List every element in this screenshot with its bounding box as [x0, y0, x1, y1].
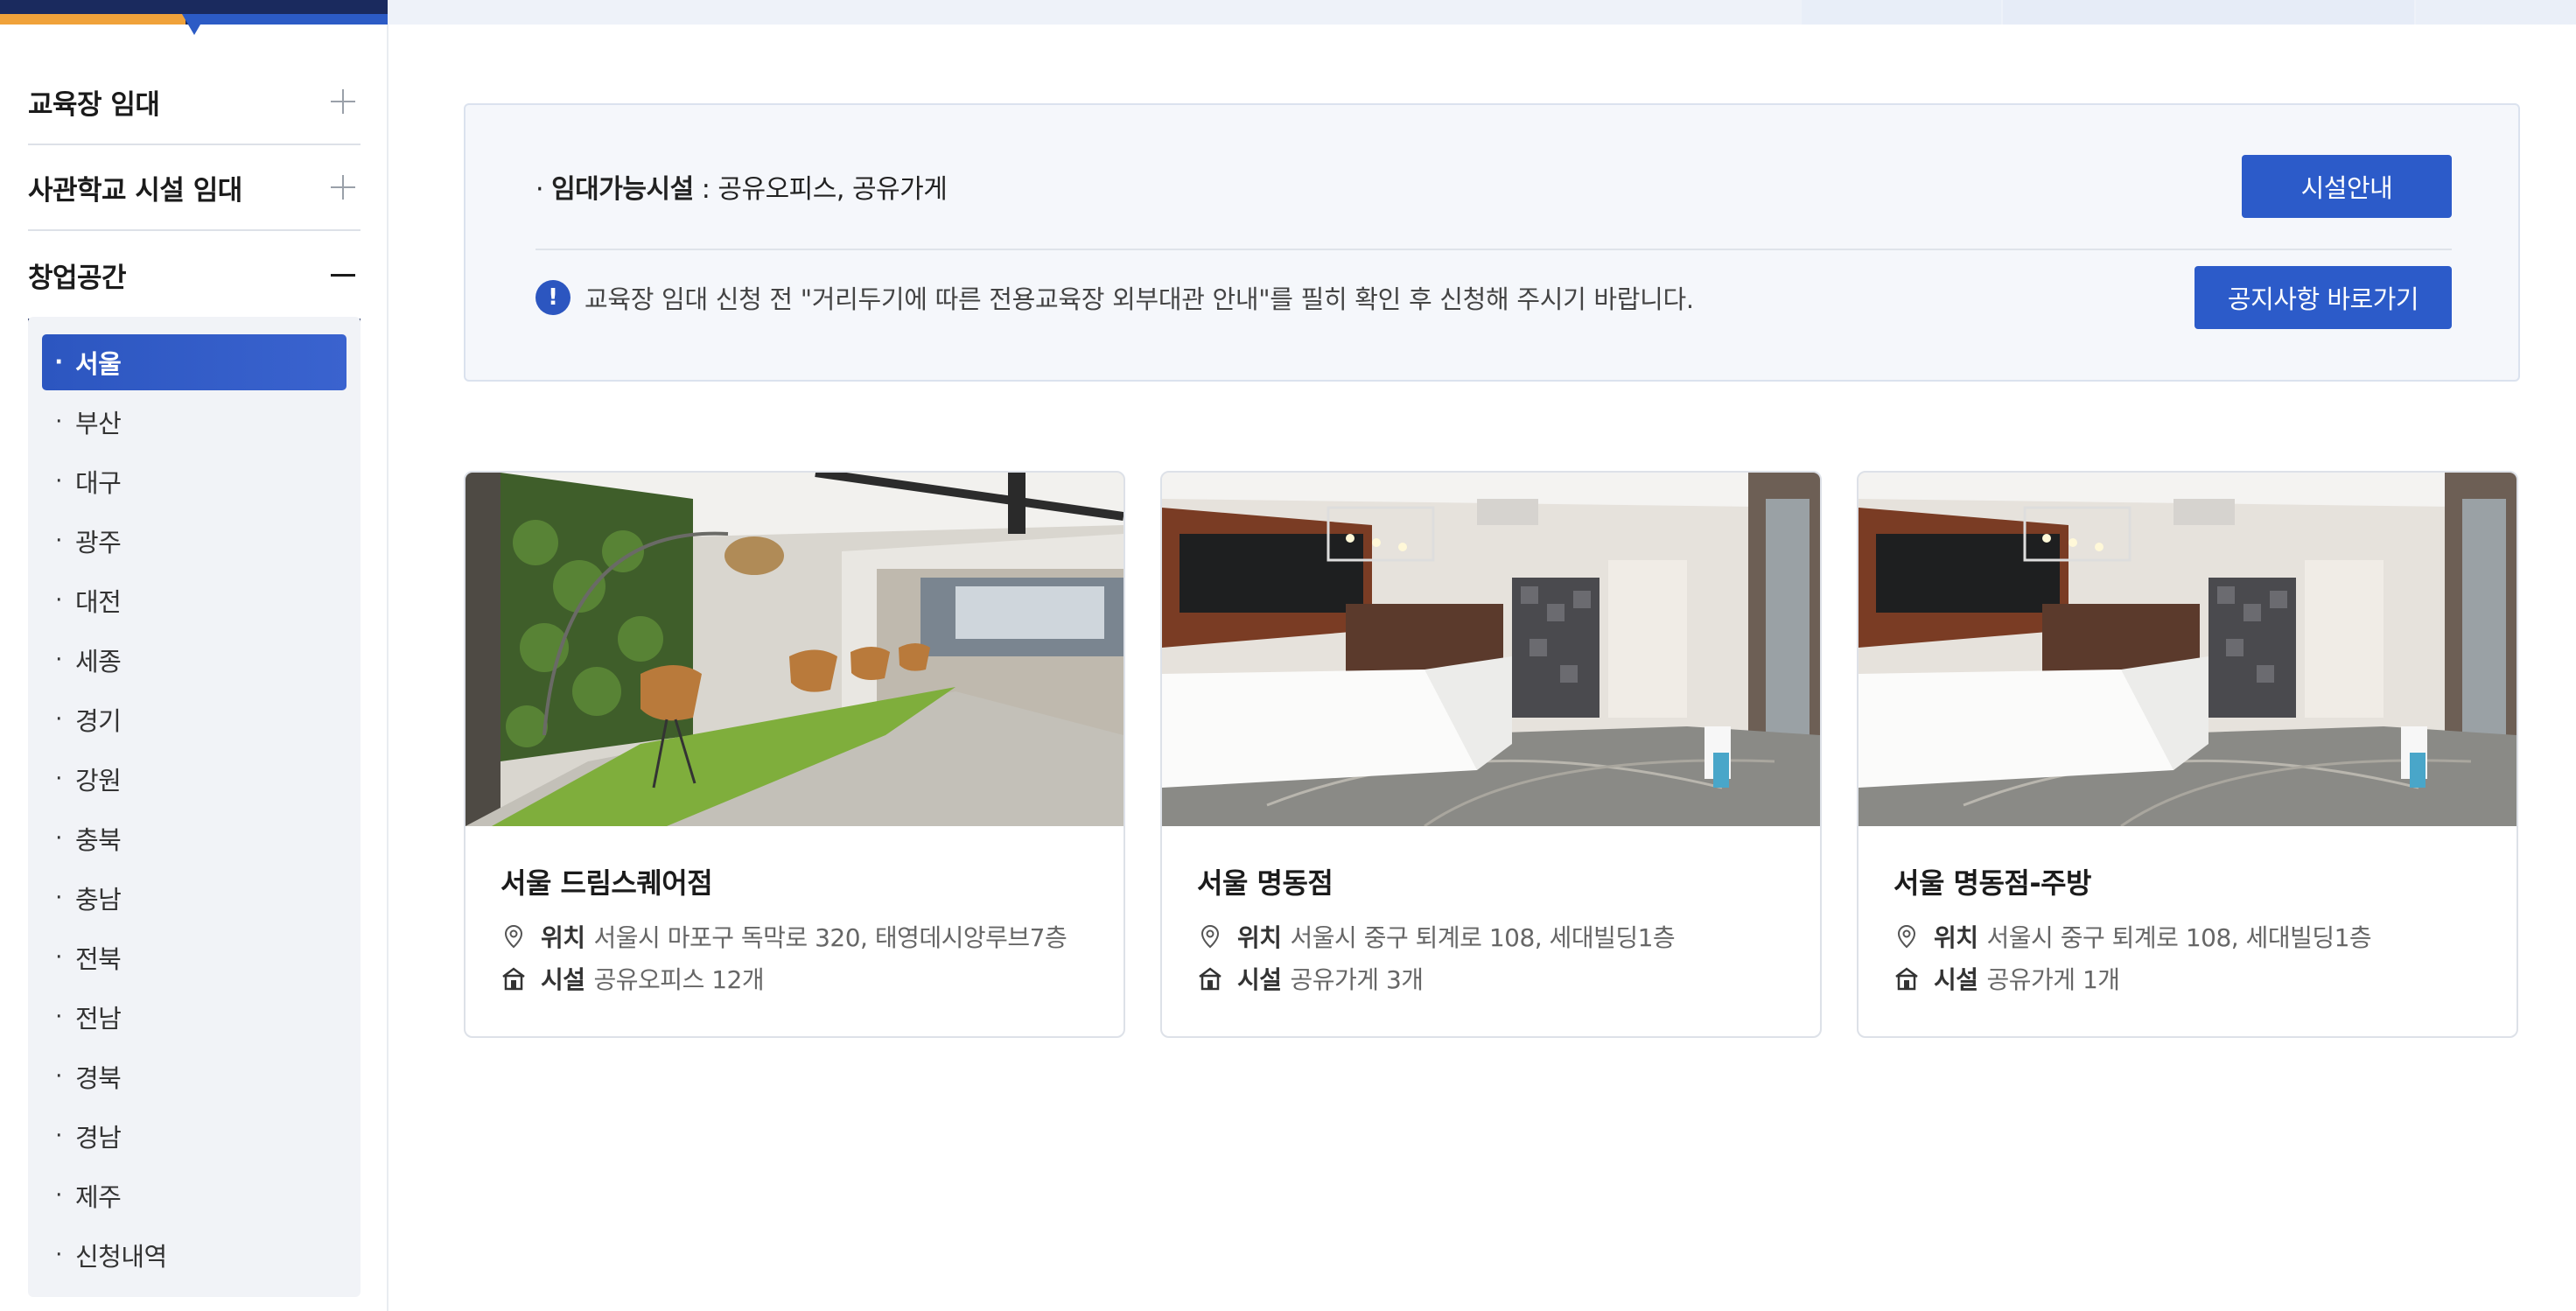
region-item-application-history[interactable]: · 신청내역	[42, 1227, 346, 1283]
facility-notice-box: · 임대가능시설 : 공유오피스, 공유가게 시설안내 ! 교육장 임대 신청 …	[464, 103, 2520, 382]
sidebar-menu-label: 창업공간	[28, 262, 127, 294]
region-item-jeonnam[interactable]: · 전남	[42, 989, 346, 1045]
location-pin-icon	[1897, 924, 1916, 949]
facility-photo-shop	[1162, 473, 1820, 826]
building-icon	[1895, 967, 1918, 991]
region-item-jeju[interactable]: · 제주	[42, 1167, 346, 1223]
notice-divider	[536, 249, 2452, 250]
warning-text: 교육장 임대 신청 전 "거리두기에 따른 전용교육장 외부대관 안내"를 필히…	[584, 284, 1694, 314]
sidebar-menu-classroom-rental[interactable]: 교육장 임대	[28, 60, 360, 145]
plus-icon	[331, 89, 355, 114]
building-icon	[502, 967, 525, 991]
facility-photo-lounge	[466, 473, 1124, 826]
region-item-gwangju[interactable]: · 광주	[42, 513, 346, 569]
exclamation-icon: !	[536, 280, 570, 315]
facility-photo-shop-kitchen	[1858, 473, 2516, 826]
card-facility: 시설 공유오피스 12개	[500, 961, 765, 996]
region-item-daejeon[interactable]: · 대전	[42, 572, 346, 628]
region-item-sejong[interactable]: · 세종	[42, 632, 346, 688]
facility-card[interactable]: 서울 명동점-주방 위치 서울시 중구 퇴계로 108, 세대빌딩1층 시설 공…	[1857, 471, 2518, 1038]
location-pin-icon	[1200, 924, 1220, 949]
region-item-busan[interactable]: · 부산	[42, 394, 346, 450]
card-location: 위치 서울시 중구 퇴계로 108, 세대빌딩1층	[1894, 919, 2372, 954]
location-pin-icon	[504, 924, 523, 949]
region-item-jeonbuk[interactable]: · 전북	[42, 929, 346, 985]
card-title: 서울 드림스퀘어점	[500, 866, 713, 900]
facility-card[interactable]: 서울 명동점 위치 서울시 중구 퇴계로 108, 세대빌딩1층 시설 공유가게…	[1160, 471, 1822, 1038]
region-item-gyeonggi[interactable]: · 경기	[42, 691, 346, 747]
sidebar-header-bar	[0, 0, 388, 35]
region-item-chungbuk[interactable]: · 충북	[42, 810, 346, 866]
go-to-notice-button[interactable]: 공지사항 바로가기	[2194, 266, 2452, 329]
card-facility: 시설 공유가게 3개	[1197, 961, 1424, 996]
active-indicator-notch	[182, 14, 206, 35]
sidebar-menu-label: 교육장 임대	[28, 88, 160, 121]
header-band	[388, 0, 2576, 25]
facility-card[interactable]: 서울 드림스퀘어점 위치 서울시 마포구 독막로 320, 태영데시앙루브7층 …	[464, 471, 1125, 1038]
sidebar-menu-startup-space[interactable]: 창업공간	[28, 231, 360, 322]
region-item-daegu[interactable]: · 대구	[42, 453, 346, 509]
card-location: 위치 서울시 중구 퇴계로 108, 세대빌딩1층	[1197, 919, 1676, 954]
region-item-seoul[interactable]: · 서울	[42, 334, 346, 390]
card-title: 서울 명동점	[1197, 866, 1334, 900]
region-item-chungnam[interactable]: · 충남	[42, 870, 346, 926]
available-facilities-text: · 임대가능시설 : 공유오피스, 공유가게	[536, 174, 948, 205]
available-facilities-row: · 임대가능시설 : 공유오피스, 공유가게 시설안내	[536, 155, 2452, 218]
warning-row: ! 교육장 임대 신청 전 "거리두기에 따른 전용교육장 외부대관 안내"를 …	[536, 266, 2452, 329]
card-facility: 시설 공유가게 1개	[1894, 961, 2120, 996]
sidebar-menu-academy-facility-rental[interactable]: 사관학교 시설 임대	[28, 145, 360, 231]
card-title: 서울 명동점-주방	[1894, 866, 2092, 900]
sidebar-divider	[387, 25, 388, 1311]
region-item-gyeongnam[interactable]: · 경남	[42, 1108, 346, 1164]
plus-icon	[331, 175, 355, 200]
minus-icon	[331, 263, 355, 287]
region-item-gyeongbuk[interactable]: · 경북	[42, 1048, 346, 1104]
region-submenu: · 서울 · 부산 · 대구 · 광주 · 대전 · 세종 · 경기 · 강원 · 충북 · 충남 …	[28, 317, 360, 1297]
region-item-gangwon[interactable]: · 강원	[42, 751, 346, 807]
sidebar-menu-label: 사관학교 시설 임대	[28, 174, 242, 207]
building-icon	[1199, 967, 1222, 991]
facility-guide-button[interactable]: 시설안내	[2242, 155, 2452, 218]
card-location: 위치 서울시 마포구 독막로 320, 태영데시앙루브7층	[500, 919, 1068, 954]
